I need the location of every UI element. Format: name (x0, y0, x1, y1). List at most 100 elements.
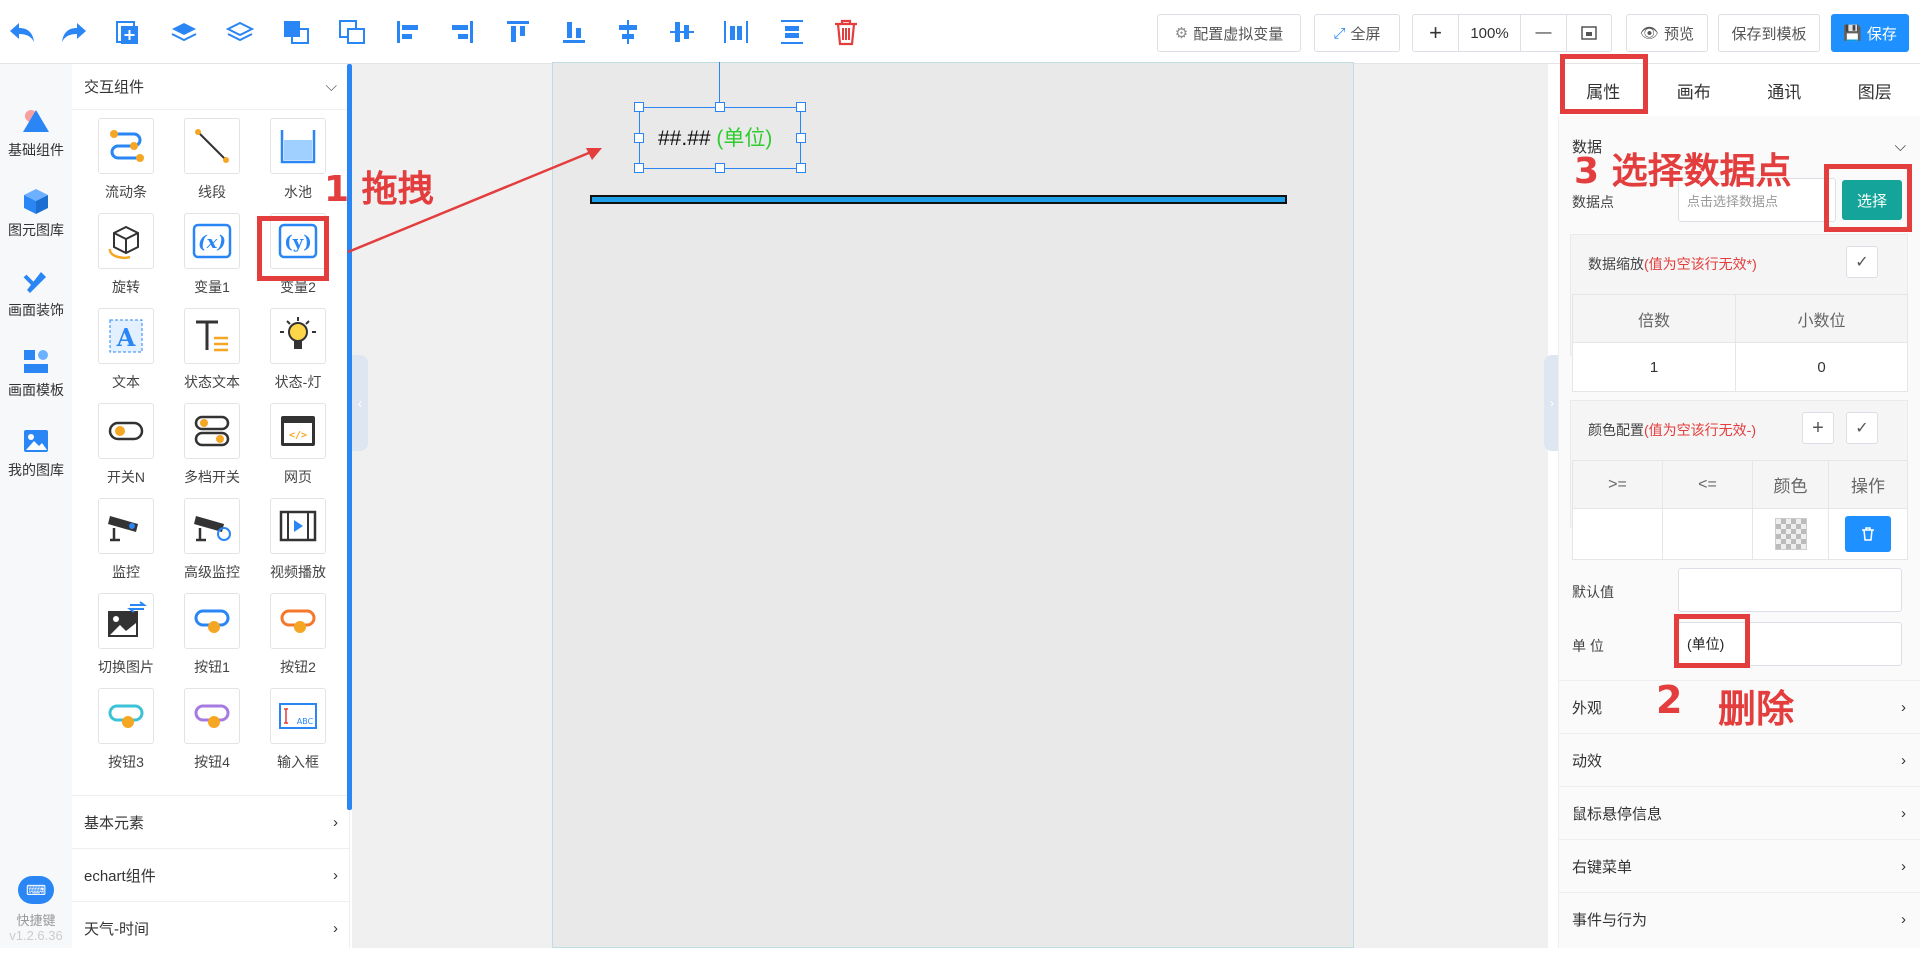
comp-input-box[interactable]: ABC输入框 (258, 688, 338, 783)
comp-button2[interactable]: 按钮2 (258, 593, 338, 688)
group-icon[interactable] (278, 14, 314, 50)
template-icon (21, 346, 51, 376)
align-right-icon[interactable] (444, 14, 480, 50)
resize-handle[interactable] (634, 102, 644, 112)
zoom-in-button[interactable]: + (1413, 15, 1459, 51)
resize-handle[interactable] (634, 163, 644, 173)
palette-header[interactable]: 交互组件 ⌵ (72, 64, 349, 110)
tab-communication[interactable]: 通讯 (1739, 64, 1830, 116)
align-center-h-icon[interactable] (610, 14, 646, 50)
nav-templates[interactable]: 画面模板 (0, 338, 72, 408)
save-button[interactable]: 💾保存 (1831, 14, 1909, 52)
comp-flow-bar[interactable]: 流动条 (86, 118, 166, 213)
comp-advanced-camera[interactable]: 高级监控 (172, 498, 252, 593)
distribute-h-icon[interactable] (718, 14, 754, 50)
comp-switch[interactable]: 开关N (86, 403, 166, 498)
accordion-context-menu[interactable]: 右键菜单› (1558, 839, 1920, 892)
align-center-v-icon[interactable] (664, 14, 700, 50)
nav-element-library[interactable]: 图元图库 (0, 178, 72, 248)
nav-decoration[interactable]: 画面装饰 (0, 258, 72, 328)
comp-camera[interactable]: 监控 (86, 498, 166, 593)
undo-icon[interactable] (4, 14, 40, 50)
scale-multiplier-cell[interactable]: 1 (1573, 343, 1736, 391)
color-lte-cell[interactable] (1663, 509, 1753, 559)
comp-button1[interactable]: 按钮1 (172, 593, 252, 688)
tab-properties[interactable]: 属性 (1558, 64, 1649, 116)
comp-multi-switch[interactable]: 多档开关 (172, 403, 252, 498)
chevron-right-icon: › (1901, 858, 1906, 875)
comp-button4[interactable]: 按钮4 (172, 688, 252, 783)
bring-front-icon[interactable] (166, 14, 202, 50)
chevron-right-icon: › (333, 867, 338, 884)
left-nav: 基础组件 图元图库 画面装饰 画面模板 我的图库 ⌨ 快捷键 v1.2.6.36 (0, 64, 72, 948)
resize-handle[interactable] (715, 102, 725, 112)
element-unit: (单位) (716, 127, 772, 150)
ungroup-icon[interactable] (334, 14, 370, 50)
text-icon: A (104, 314, 148, 358)
resize-handle[interactable] (796, 102, 806, 112)
accordion-events[interactable]: 事件与行为› (1558, 892, 1920, 945)
scale-decimals-cell[interactable]: 0 (1736, 343, 1907, 391)
comp-webpage[interactable]: </>网页 (258, 403, 338, 498)
nav-basic-components[interactable]: 基础组件 (0, 98, 72, 168)
fullscreen-button[interactable]: ⤢全屏 (1314, 14, 1400, 52)
keyboard-icon[interactable]: ⌨ (18, 876, 54, 904)
comp-rotate[interactable]: 旋转 (86, 213, 166, 308)
accordion-hover-info[interactable]: 鼠标悬停信息› (1558, 786, 1920, 839)
preview-button[interactable]: 👁预览 (1626, 14, 1708, 52)
resize-handle[interactable] (715, 163, 725, 173)
resize-handle[interactable] (796, 163, 806, 173)
send-back-icon[interactable] (222, 14, 258, 50)
comp-status-lamp[interactable]: 状态-灯 (258, 308, 338, 403)
variable-x-icon: (x) (190, 219, 234, 263)
color-gte-cell[interactable] (1573, 509, 1663, 559)
zoom-out-button[interactable]: — (1521, 15, 1567, 51)
fit-screen-button[interactable] (1567, 15, 1611, 51)
selected-variable-element[interactable]: ##.## (单位) (639, 107, 801, 169)
comp-variable1[interactable]: (x)变量1 (172, 213, 252, 308)
tab-layers[interactable]: 图层 (1830, 64, 1920, 116)
add-color-row-button[interactable]: + (1802, 412, 1834, 444)
comp-line[interactable]: 线段 (172, 118, 252, 213)
accordion-animation[interactable]: 动效› (1558, 733, 1920, 786)
copy-icon[interactable] (110, 14, 146, 50)
color-header-lte: <= (1663, 461, 1753, 509)
resize-handle[interactable] (796, 133, 806, 143)
redo-icon[interactable] (56, 14, 92, 50)
save-template-button[interactable]: 保存到模板 (1718, 14, 1820, 52)
delete-color-row-button[interactable] (1845, 516, 1891, 552)
comp-text[interactable]: A文本 (86, 308, 166, 403)
unit-input[interactable]: (单位) (1678, 622, 1902, 666)
delete-icon[interactable] (828, 14, 864, 50)
comp-button3[interactable]: 按钮3 (86, 688, 166, 783)
select-datapoint-button[interactable]: 选择 (1842, 180, 1902, 220)
nav-my-library[interactable]: 我的图库 (0, 418, 72, 488)
align-bottom-icon[interactable] (556, 14, 592, 50)
comp-variable2[interactable]: (y)变量2 (258, 213, 338, 308)
resize-handle[interactable] (634, 133, 644, 143)
section-weather-time[interactable]: 天气-时间› (72, 901, 350, 954)
tab-canvas[interactable]: 画布 (1649, 64, 1740, 116)
align-top-icon[interactable] (500, 14, 536, 50)
default-value-label: 默认值 (1572, 582, 1614, 602)
section-basic-elements[interactable]: 基本元素› (72, 795, 350, 848)
scale-table: 倍数 小数位 1 0 (1572, 294, 1908, 392)
color-swatch[interactable] (1775, 518, 1807, 550)
scale-confirm-button[interactable]: ✓ (1846, 246, 1878, 278)
webpage-icon: </> (276, 409, 320, 453)
default-value-input[interactable] (1678, 568, 1902, 612)
comp-status-text[interactable]: 状态文本 (172, 308, 252, 403)
comp-video[interactable]: 视频播放 (258, 498, 338, 593)
distribute-v-icon[interactable] (774, 14, 810, 50)
align-left-icon[interactable] (390, 14, 426, 50)
canvas-pipe-element[interactable] (590, 195, 1287, 204)
section-echart[interactable]: echart组件› (72, 848, 350, 901)
chevron-down-icon: ⌵ (326, 78, 337, 95)
comp-switch-image[interactable]: 切换图片 (86, 593, 166, 688)
color-header-gte: >= (1573, 461, 1663, 509)
color-confirm-button[interactable]: ✓ (1846, 412, 1878, 444)
scale-header-multiplier: 倍数 (1573, 295, 1736, 343)
collapse-left-handle[interactable]: ‹ (352, 355, 368, 451)
virtual-variable-button[interactable]: ⚙配置虚拟变量 (1157, 14, 1301, 52)
status-text-icon (190, 314, 234, 358)
